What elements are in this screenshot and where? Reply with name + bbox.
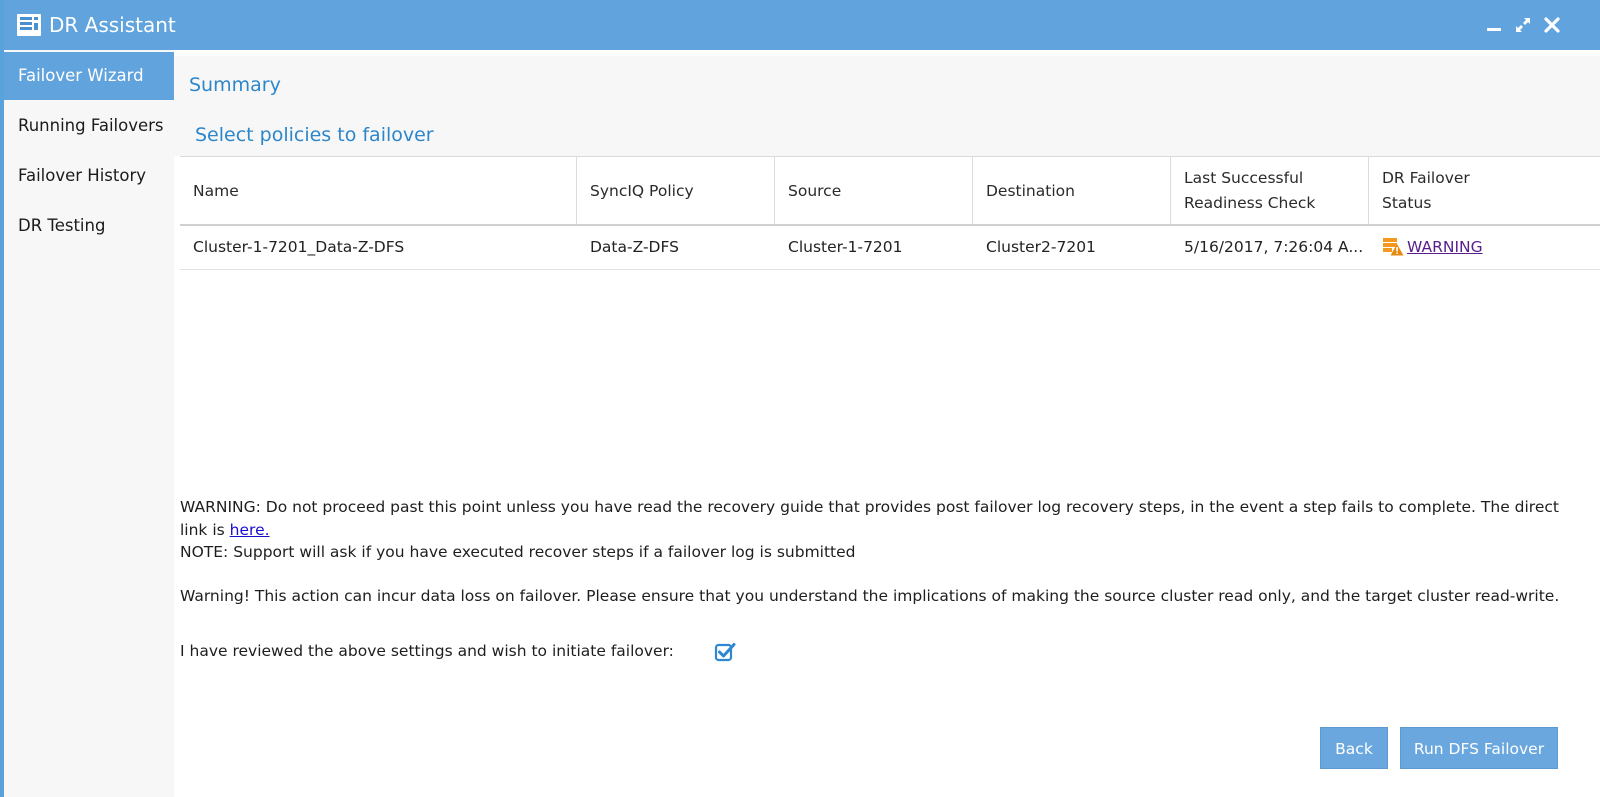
column-header-synciq-policy[interactable]: SyncIQ Policy xyxy=(577,157,775,225)
column-header-name[interactable]: Name xyxy=(180,157,577,225)
confirm-label: I have reviewed the above settings and w… xyxy=(180,642,674,660)
recovery-warning: WARNING: Do not proceed past this point … xyxy=(180,496,1570,564)
sidebar-item-dr-testing[interactable]: DR Testing xyxy=(4,202,174,250)
status-warning-link[interactable]: WARNING xyxy=(1407,238,1483,256)
cell-destination: Cluster2-7201 xyxy=(986,238,1096,256)
maximize-icon[interactable] xyxy=(1514,16,1532,34)
column-header-last-readiness-check[interactable]: Last Successful Readiness Check xyxy=(1171,157,1369,225)
window-title: DR Assistant xyxy=(49,13,176,37)
dr-assistant-window: DR Assistant Failover Wizard Running Fai… xyxy=(0,0,1600,797)
summary-header: Summary Select policies to failover xyxy=(174,56,1600,156)
summary-title: Summary xyxy=(189,74,281,96)
cell-last-check: 5/16/2017, 7:26:04 A... xyxy=(1184,238,1364,256)
section-title: Select policies to failover xyxy=(195,124,434,146)
cell-name: Cluster-1-7201_Data-Z-DFS xyxy=(193,238,405,256)
column-header-source[interactable]: Source xyxy=(775,157,973,225)
minimize-icon[interactable] xyxy=(1485,16,1503,34)
column-header-dr-failover-status[interactable]: DR Failover Status xyxy=(1369,157,1600,225)
table-header: Name SyncIQ Policy Source Destination La… xyxy=(180,156,1600,226)
run-dfs-failover-button[interactable]: Run DFS Failover xyxy=(1400,727,1558,769)
sidebar-item-running-failovers[interactable]: Running Failovers xyxy=(4,102,174,150)
close-icon[interactable] xyxy=(1543,16,1561,34)
recovery-warning-text: WARNING: Do not proceed past this point … xyxy=(180,498,1559,539)
recovery-guide-link[interactable]: here. xyxy=(230,521,270,539)
table-row[interactable]: Cluster-1-7201_Data-Z-DFS Data-Z-DFS Clu… xyxy=(180,226,1600,270)
app-icon xyxy=(17,14,41,36)
cell-synciq-policy: Data-Z-DFS xyxy=(590,238,679,256)
data-loss-warning: Warning! This action can incur data loss… xyxy=(180,587,1560,605)
sidebar: Failover Wizard Running Failovers Failov… xyxy=(4,50,174,797)
title-bar: DR Assistant xyxy=(4,0,1600,50)
sidebar-item-failover-wizard[interactable]: Failover Wizard xyxy=(4,52,174,100)
policies-table: Name SyncIQ Policy Source Destination La… xyxy=(180,156,1600,270)
main-content: Summary Select policies to failover Name… xyxy=(174,50,1600,797)
warning-icon xyxy=(1383,237,1404,255)
sidebar-item-failover-history[interactable]: Failover History xyxy=(4,152,174,200)
back-button[interactable]: Back xyxy=(1320,727,1388,769)
support-note: NOTE: Support will ask if you have execu… xyxy=(180,543,856,561)
cell-source: Cluster-1-7201 xyxy=(788,238,903,256)
cell-status: WARNING xyxy=(1369,226,1600,269)
confirm-checkbox[interactable] xyxy=(714,641,736,663)
column-header-destination[interactable]: Destination xyxy=(973,157,1171,225)
